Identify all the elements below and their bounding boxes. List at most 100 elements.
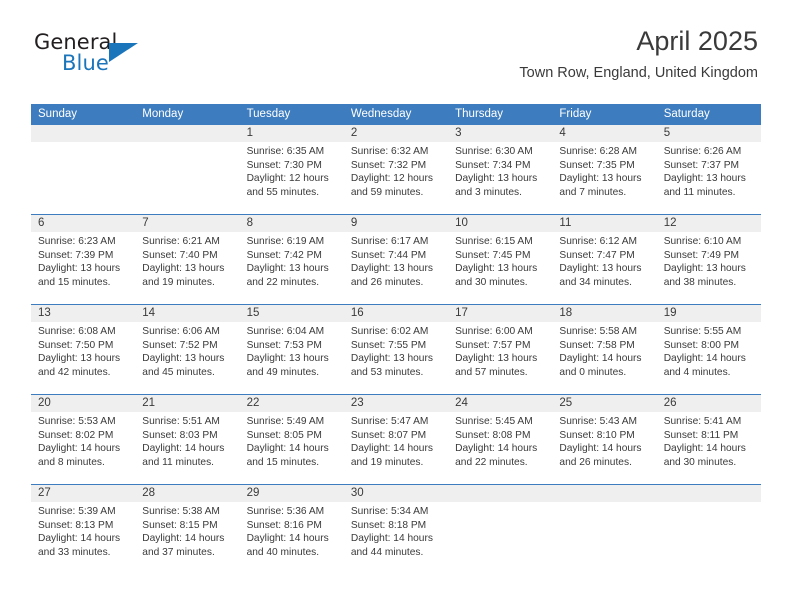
day-cell-3[interactable]: Sunrise: 6:30 AM Sunset: 7:34 PM Daylight:… bbox=[448, 142, 552, 214]
sunrise-text: Sunrise: 5:34 AM bbox=[350, 506, 429, 517]
day-number-13[interactable]: 13 bbox=[31, 305, 135, 322]
day-number-1[interactable]: 1 bbox=[240, 125, 344, 142]
day-cell-11[interactable]: Sunrise: 6:12 AM Sunset: 7:47 PM Daylight:… bbox=[552, 232, 656, 304]
sunrise-text: Sunrise: 5:39 AM bbox=[38, 506, 116, 517]
day-number-30[interactable]: 30 bbox=[344, 485, 448, 502]
sunset-text: Sunset: 7:42 PM bbox=[246, 249, 322, 261]
day-number-9[interactable]: 9 bbox=[344, 215, 448, 232]
sunset-text: Sunset: 8:03 PM bbox=[142, 429, 218, 441]
day-cell-25[interactable]: Sunrise: 5:43 AM Sunset: 8:10 PM Daylight:… bbox=[552, 412, 656, 484]
day-detail-row: Sunrise: 6:23 AM Sunset: 7:39 PM Daylight:… bbox=[31, 232, 761, 304]
calendar-grid: Sunday Monday Tuesday Wednesday Thursday Frid… bbox=[31, 104, 761, 574]
day-number-empty bbox=[448, 485, 552, 502]
day-cell-14[interactable]: Sunrise: 6:06 AM Sunset: 7:52 PM Daylight:… bbox=[135, 322, 239, 394]
day-number-2[interactable]: 2 bbox=[344, 125, 448, 142]
day-cell-17[interactable]: Sunrise: 6:00 AM Sunset: 7:57 PM Daylight:… bbox=[448, 322, 552, 394]
day-number-12[interactable]: 12 bbox=[657, 215, 761, 232]
day-cell-29[interactable]: Sunrise: 5:36 AM Sunset: 8:16 PM Daylight:… bbox=[240, 502, 344, 574]
day-number-5[interactable]: 5 bbox=[657, 125, 761, 142]
day-number-29[interactable]: 29 bbox=[240, 485, 344, 502]
day-number-14[interactable]: 14 bbox=[135, 305, 239, 322]
day-cell-15[interactable]: Sunrise: 6:04 AM Sunset: 7:53 PM Daylight:… bbox=[240, 322, 344, 394]
day-cell-19[interactable]: Sunrise: 5:55 AM Sunset: 8:00 PM Daylight:… bbox=[657, 322, 761, 394]
day-cell-empty bbox=[135, 142, 239, 214]
day-cell-10[interactable]: Sunrise: 6:15 AM Sunset: 7:45 PM Daylight:… bbox=[448, 232, 552, 304]
day-number-10[interactable]: 10 bbox=[448, 215, 552, 232]
day-number-25[interactable]: 25 bbox=[552, 395, 656, 412]
day-cell-22[interactable]: Sunrise: 5:49 AM Sunset: 8:05 PM Daylight:… bbox=[240, 412, 344, 484]
day-cell-6[interactable]: Sunrise: 6:23 AM Sunset: 7:39 PM Daylight:… bbox=[31, 232, 135, 304]
sunset-text: Sunset: 8:10 PM bbox=[559, 429, 635, 441]
day-number-28[interactable]: 28 bbox=[135, 485, 239, 502]
day-number-17[interactable]: 17 bbox=[448, 305, 552, 322]
daylight-text: Daylight: 13 hours and 49 minutes. bbox=[246, 353, 329, 378]
day-cell-24[interactable]: Sunrise: 5:45 AM Sunset: 8:08 PM Daylight:… bbox=[448, 412, 552, 484]
weekday-header-monday: Monday bbox=[142, 108, 184, 120]
day-cell-12[interactable]: Sunrise: 6:10 AM Sunset: 7:49 PM Daylight:… bbox=[657, 232, 761, 304]
day-number-6[interactable]: 6 bbox=[31, 215, 135, 232]
date-number-row: 6 7 8 9 10 11 12 bbox=[31, 215, 761, 232]
daylight-text: Daylight: 13 hours and 26 minutes. bbox=[350, 263, 433, 288]
day-number-23[interactable]: 23 bbox=[344, 395, 448, 412]
day-number-18[interactable]: 18 bbox=[552, 305, 656, 322]
day-cell-13[interactable]: Sunrise: 6:08 AM Sunset: 7:50 PM Daylight:… bbox=[31, 322, 135, 394]
day-number-empty bbox=[552, 485, 656, 502]
day-cell-21[interactable]: Sunrise: 5:51 AM Sunset: 8:03 PM Daylight:… bbox=[135, 412, 239, 484]
day-cell-18[interactable]: Sunrise: 5:58 AM Sunset: 7:58 PM Daylight:… bbox=[552, 322, 656, 394]
day-cell-2[interactable]: Sunrise: 6:32 AM Sunset: 7:32 PM Daylight:… bbox=[344, 142, 448, 214]
daylight-text: Daylight: 14 hours and 11 minutes. bbox=[142, 443, 225, 468]
sunrise-text: Sunrise: 6:17 AM bbox=[350, 236, 429, 247]
sunset-text: Sunset: 8:11 PM bbox=[663, 429, 739, 441]
day-number-27[interactable]: 27 bbox=[31, 485, 135, 502]
title-block: April 2025 Town Row, England, United Kin… bbox=[519, 26, 758, 82]
sunset-text: Sunset: 8:05 PM bbox=[246, 429, 322, 441]
day-cell-5[interactable]: Sunrise: 6:26 AM Sunset: 7:37 PM Daylight:… bbox=[657, 142, 761, 214]
sunset-text: Sunset: 7:32 PM bbox=[350, 159, 427, 171]
daylight-text: Daylight: 13 hours and 15 minutes. bbox=[38, 263, 121, 288]
day-cell-23[interactable]: Sunrise: 5:47 AM Sunset: 8:07 PM Daylight:… bbox=[344, 412, 448, 484]
daylight-text: Daylight: 12 hours and 55 minutes. bbox=[246, 173, 329, 198]
daylight-text: Daylight: 13 hours and 45 minutes. bbox=[142, 353, 225, 378]
weekday-header-friday: Friday bbox=[559, 108, 592, 120]
sunset-text: Sunset: 7:49 PM bbox=[663, 249, 740, 261]
day-number-21[interactable]: 21 bbox=[135, 395, 239, 412]
day-number-22[interactable]: 22 bbox=[240, 395, 344, 412]
sunrise-text: Sunrise: 5:41 AM bbox=[663, 416, 742, 427]
day-number-24[interactable]: 24 bbox=[448, 395, 552, 412]
day-number-4[interactable]: 4 bbox=[552, 125, 656, 142]
day-number-20[interactable]: 20 bbox=[31, 395, 135, 412]
day-cell-27[interactable]: Sunrise: 5:39 AM Sunset: 8:13 PM Daylight:… bbox=[31, 502, 135, 574]
day-number-19[interactable]: 19 bbox=[657, 305, 761, 322]
sunset-text: Sunset: 8:08 PM bbox=[455, 429, 531, 441]
calendar-week-row: 20 21 22 23 24 25 26 Sunrise: 5:53 AM Sunset: 8:… bbox=[31, 395, 761, 485]
day-cell-30[interactable]: Sunrise: 5:34 AM Sunset: 8:18 PM Daylight:… bbox=[344, 502, 448, 574]
day-cell-1[interactable]: Sunrise: 6:35 AM Sunset: 7:30 PM Daylight:… bbox=[240, 142, 344, 214]
calendar-week-row: 1 2 3 4 5 Sunrise: 6:35 AM Sunset: 7:30 PM Dayl… bbox=[31, 125, 761, 215]
sunrise-text: Sunrise: 6:30 AM bbox=[455, 146, 533, 157]
sunrise-text: Sunrise: 5:53 AM bbox=[38, 416, 116, 427]
day-number-7[interactable]: 7 bbox=[135, 215, 239, 232]
day-cell-9[interactable]: Sunrise: 6:17 AM Sunset: 7:44 PM Daylight:… bbox=[344, 232, 448, 304]
daylight-text: Daylight: 13 hours and 34 minutes. bbox=[559, 263, 642, 288]
sunrise-text: Sunrise: 6:10 AM bbox=[663, 236, 742, 247]
general-blue-logo[interactable]: General Blue bbox=[34, 30, 149, 82]
day-cell-26[interactable]: Sunrise: 5:41 AM Sunset: 8:11 PM Daylight:… bbox=[657, 412, 761, 484]
sunset-text: Sunset: 7:35 PM bbox=[559, 159, 635, 171]
sunrise-text: Sunrise: 6:08 AM bbox=[38, 326, 116, 337]
day-cell-16[interactable]: Sunrise: 6:02 AM Sunset: 7:55 PM Daylight:… bbox=[344, 322, 448, 394]
day-number-8[interactable]: 8 bbox=[240, 215, 344, 232]
day-number-11[interactable]: 11 bbox=[552, 215, 656, 232]
daylight-text: Daylight: 13 hours and 3 minutes. bbox=[455, 173, 538, 198]
day-cell-20[interactable]: Sunrise: 5:53 AM Sunset: 8:02 PM Daylight:… bbox=[31, 412, 135, 484]
day-number-15[interactable]: 15 bbox=[240, 305, 344, 322]
day-cell-8[interactable]: Sunrise: 6:19 AM Sunset: 7:42 PM Daylight:… bbox=[240, 232, 344, 304]
sunset-text: Sunset: 8:16 PM bbox=[246, 519, 322, 531]
day-number-16[interactable]: 16 bbox=[344, 305, 448, 322]
day-cell-7[interactable]: Sunrise: 6:21 AM Sunset: 7:40 PM Daylight:… bbox=[135, 232, 239, 304]
sunset-text: Sunset: 8:15 PM bbox=[142, 519, 218, 531]
day-cell-28[interactable]: Sunrise: 5:38 AM Sunset: 8:15 PM Daylight:… bbox=[135, 502, 239, 574]
day-number-3[interactable]: 3 bbox=[448, 125, 552, 142]
sunset-text: Sunset: 7:45 PM bbox=[455, 249, 531, 261]
day-number-26[interactable]: 26 bbox=[657, 395, 761, 412]
day-cell-4[interactable]: Sunrise: 6:28 AM Sunset: 7:35 PM Daylight:… bbox=[552, 142, 656, 214]
